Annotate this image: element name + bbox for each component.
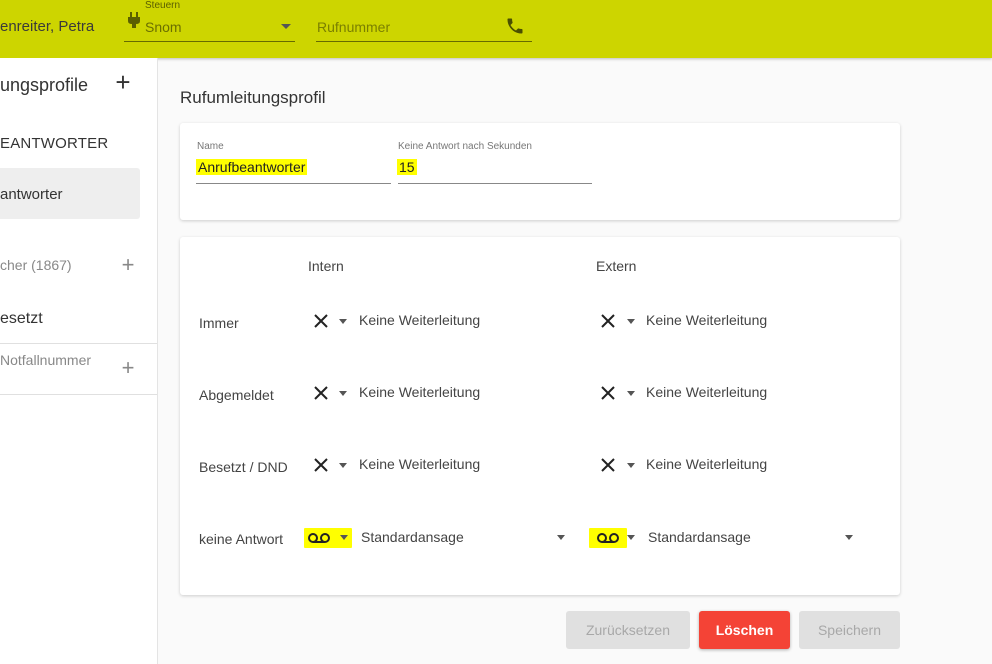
phone-icon[interactable] (505, 16, 525, 36)
chevron-down-icon[interactable] (339, 319, 347, 324)
close-icon[interactable] (313, 385, 329, 401)
voicemail-icon[interactable] (597, 532, 619, 544)
save-button[interactable]: Speichern (799, 611, 900, 649)
sidebar-divider (0, 343, 157, 344)
chevron-down-icon[interactable] (339, 391, 347, 396)
chevron-down-icon[interactable] (845, 535, 853, 540)
timeout-field-underline (398, 183, 592, 184)
column-header-extern: Extern (596, 258, 637, 274)
name-field[interactable]: Anrufbeantworter (196, 159, 308, 175)
row-label-logged-out: Abgemeldet (199, 387, 274, 403)
chevron-down-icon[interactable] (627, 463, 635, 468)
add-emergency-icon[interactable]: + (118, 357, 138, 379)
chevron-down-icon[interactable] (339, 463, 347, 468)
intern-option-no-answer[interactable]: Standardansage (361, 529, 464, 545)
extern-option-busy-dnd[interactable]: Keine Weiterleitung (646, 456, 767, 472)
add-phone-icon[interactable]: + (118, 254, 138, 276)
row-label-no-answer: keine Antwort (199, 531, 284, 547)
timeout-field[interactable]: 15 (397, 159, 417, 175)
control-select[interactable]: Snom (145, 19, 182, 35)
intern-option-busy-dnd[interactable]: Keine Weiterleitung (359, 456, 480, 472)
phone-number-underline (316, 41, 532, 42)
intern-option-always[interactable]: Keine Weiterleitung (359, 312, 480, 328)
timeout-field-label: Keine Antwort nach Sekunden (398, 141, 532, 152)
close-icon[interactable] (313, 457, 329, 473)
sidebar-title: ungsprofile (0, 75, 89, 95)
sidebar-item-phone[interactable]: cher (1867) (0, 257, 72, 273)
sidebar-divider (0, 394, 157, 395)
extern-option-no-answer[interactable]: Standardansage (648, 529, 751, 545)
chevron-down-icon[interactable] (557, 535, 565, 540)
chevron-down-icon[interactable] (627, 535, 635, 540)
control-select-label: Steuern (145, 0, 181, 11)
plug-icon (128, 12, 140, 28)
close-icon[interactable] (600, 385, 616, 401)
chevron-down-icon[interactable] (281, 24, 291, 29)
user-name[interactable]: enreiter, Petra (0, 18, 94, 35)
phone-number-input[interactable]: Rufnummer (317, 19, 390, 35)
row-label-busy-dnd: Besetzt / DND (199, 459, 288, 475)
chevron-down-icon[interactable] (340, 535, 348, 540)
extern-option-logged-out[interactable]: Keine Weiterleitung (646, 384, 767, 400)
control-select-underline (124, 41, 295, 42)
close-icon[interactable] (313, 313, 329, 329)
close-icon[interactable] (600, 457, 616, 473)
name-field-label: Name (197, 141, 224, 152)
column-header-intern: Intern (308, 258, 344, 274)
sidebar-item-busy[interactable]: esetzt (0, 310, 43, 328)
voicemail-icon[interactable] (308, 532, 330, 544)
sidebar-item-answering-machine[interactable]: antworter (0, 186, 63, 203)
chevron-down-icon[interactable] (627, 319, 635, 324)
forwarding-card (180, 237, 900, 595)
extern-option-always[interactable]: Keine Weiterleitung (646, 312, 767, 328)
sidebar-group-answering-machine: EANTWORTER (0, 135, 109, 152)
row-label-always: Immer (199, 315, 239, 331)
page-title: Rufumleitungsprofil (180, 88, 326, 107)
add-profile-icon[interactable]: + (113, 69, 133, 95)
reset-button[interactable]: Zurücksetzen (566, 611, 690, 649)
intern-option-logged-out[interactable]: Keine Weiterleitung (359, 384, 480, 400)
chevron-down-icon[interactable] (627, 391, 635, 396)
close-icon[interactable] (600, 313, 616, 329)
sidebar-item-emergency[interactable]: Notfallnummer (0, 352, 91, 368)
name-field-underline (196, 183, 391, 184)
delete-button[interactable]: Löschen (699, 611, 790, 649)
